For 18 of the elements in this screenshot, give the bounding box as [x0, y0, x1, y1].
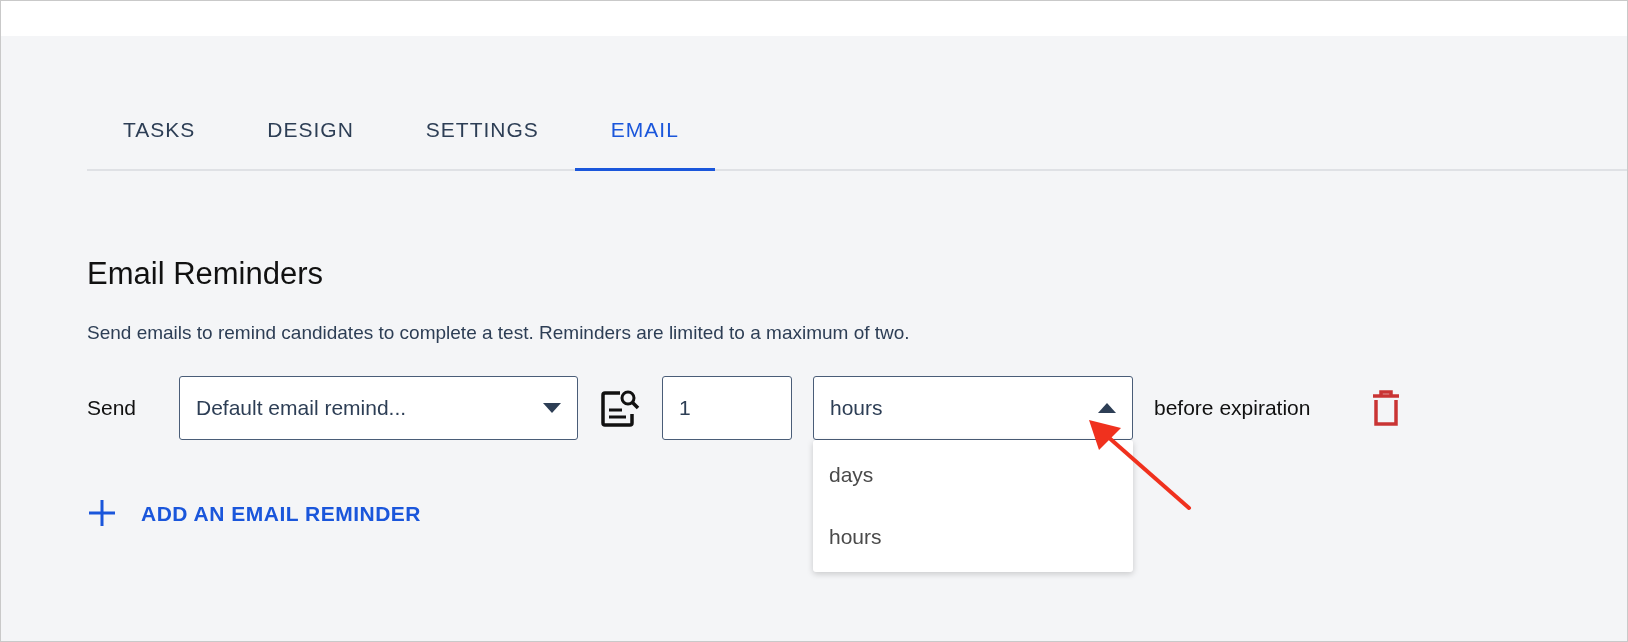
tab[interactable]: SETTINGS	[389, 114, 575, 171]
tab[interactable]: DESIGN	[231, 114, 390, 171]
unit-select[interactable]: hours	[813, 375, 1133, 440]
section-title: Email Reminders	[87, 254, 324, 293]
send-label: Send	[87, 394, 138, 421]
caret-icon	[543, 402, 561, 413]
template-select[interactable]: Default email remind...	[179, 375, 578, 440]
dropdown-option[interactable]: hours	[813, 505, 1133, 568]
tab[interactable]: TASKS	[87, 114, 232, 171]
tab[interactable]: EMAIL	[574, 114, 715, 171]
trash-icon[interactable]	[1372, 389, 1401, 426]
expiration-label: before expiration	[1154, 394, 1311, 421]
dropdown-option[interactable]: days	[813, 443, 1133, 506]
add-reminder-link[interactable]: ADD AN EMAIL REMINDER	[87, 497, 421, 529]
plus-icon	[87, 498, 117, 529]
caret-icon	[1098, 402, 1116, 413]
section-description: Send emails to remind candidates to complete a test. Reminders are limited to a maximum of two.	[87, 321, 911, 345]
amount-input[interactable]: 1	[662, 375, 792, 440]
